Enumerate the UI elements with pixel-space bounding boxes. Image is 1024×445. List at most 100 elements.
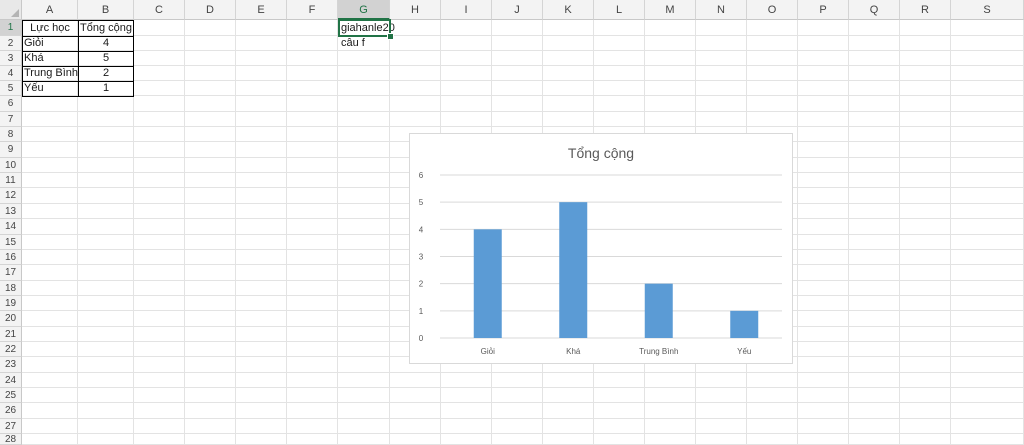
column-header-q[interactable]: Q — [849, 0, 900, 20]
chart-bars — [473, 202, 759, 338]
row-header-12[interactable]: 12 — [0, 188, 22, 204]
gridline-horizontal — [22, 126, 1024, 127]
x-tick-label: Khá — [566, 347, 581, 356]
table-border — [78, 20, 79, 97]
table-header-tong-cong[interactable]: Tổng cộng — [78, 20, 134, 36]
column-header-m[interactable]: M — [645, 0, 696, 20]
column-header-l[interactable]: L — [594, 0, 645, 20]
gridline-horizontal — [22, 418, 1024, 419]
column-header-e[interactable]: E — [236, 0, 287, 20]
gridline-horizontal — [22, 80, 1024, 81]
fill-handle[interactable] — [387, 33, 394, 40]
table-cell-value[interactable]: 4 — [78, 36, 134, 51]
row-header-22[interactable]: 22 — [0, 342, 22, 357]
gridline-vertical — [337, 20, 338, 445]
column-header-g[interactable]: G — [338, 0, 390, 20]
row-header-1[interactable]: 1 — [0, 20, 22, 36]
column-header-i[interactable]: I — [441, 0, 492, 20]
column-header-d[interactable]: D — [185, 0, 236, 20]
row-header-11[interactable]: 11 — [0, 173, 22, 188]
gridline-horizontal — [22, 111, 1024, 112]
table-border — [133, 20, 134, 97]
table-border — [22, 20, 23, 97]
gridline-vertical — [899, 20, 900, 445]
table-cell-value[interactable]: 2 — [78, 66, 134, 81]
row-header-24[interactable]: 24 — [0, 373, 22, 388]
gridline-horizontal — [22, 65, 1024, 66]
row-header-21[interactable]: 21 — [0, 327, 22, 342]
x-tick-label: Giỏi — [481, 347, 495, 356]
cell-g2-text[interactable]: câu f — [339, 36, 367, 51]
row-header-23[interactable]: 23 — [0, 357, 22, 373]
table-header-luc-hoc[interactable]: Lực học — [22, 20, 78, 36]
row-header-17[interactable]: 17 — [0, 265, 22, 281]
column-header-j[interactable]: J — [492, 0, 543, 20]
row-header-2[interactable]: 2 — [0, 36, 22, 51]
row-header-18[interactable]: 18 — [0, 281, 22, 296]
y-tick-label: 0 — [419, 334, 424, 343]
column-header-f[interactable]: F — [287, 0, 338, 20]
row-header-5[interactable]: 5 — [0, 81, 22, 96]
row-header-10[interactable]: 10 — [0, 158, 22, 173]
column-header-a[interactable]: A — [22, 0, 78, 20]
gridline-horizontal — [22, 50, 1024, 51]
row-header-16[interactable]: 16 — [0, 250, 22, 265]
gridline-horizontal — [22, 433, 1024, 434]
column-header-k[interactable]: K — [543, 0, 594, 20]
column-header-r[interactable]: R — [900, 0, 951, 20]
y-axis-ticks: 0 1 2 3 4 5 6 — [419, 171, 424, 343]
row-header-13[interactable]: 13 — [0, 204, 22, 219]
column-header-h[interactable]: H — [390, 0, 441, 20]
column-header-c[interactable]: C — [134, 0, 185, 20]
active-cell-g1[interactable] — [338, 19, 391, 37]
row-header-28[interactable]: 28 — [0, 434, 22, 445]
gridline-vertical — [950, 20, 951, 445]
row-header-4[interactable]: 4 — [0, 66, 22, 81]
row-header-27[interactable]: 27 — [0, 419, 22, 434]
chart-bar[interactable] — [473, 229, 502, 338]
table-cell-value[interactable]: 1 — [78, 81, 134, 96]
select-all-triangle-icon — [11, 9, 19, 17]
row-header-8[interactable]: 8 — [0, 127, 22, 142]
row-header-25[interactable]: 25 — [0, 388, 22, 403]
row-header-3[interactable]: 3 — [0, 51, 22, 66]
row-header-14[interactable]: 14 — [0, 219, 22, 235]
gridline-horizontal — [22, 95, 1024, 96]
column-header-p[interactable]: P — [798, 0, 849, 20]
table-cell-label[interactable]: Yếu — [22, 81, 78, 96]
y-tick-label: 1 — [419, 307, 424, 316]
gridline-vertical — [848, 20, 849, 445]
row-header-19[interactable]: 19 — [0, 296, 22, 311]
gridline-horizontal — [22, 387, 1024, 388]
row-header-9[interactable]: 9 — [0, 142, 22, 158]
row-header-6[interactable]: 6 — [0, 96, 22, 112]
gridline-vertical — [235, 20, 236, 445]
table-cell-label[interactable]: Giỏi — [22, 36, 78, 51]
gridline-vertical — [389, 20, 390, 445]
chart-bar[interactable] — [559, 202, 588, 338]
column-header-o[interactable]: O — [747, 0, 798, 20]
y-tick-label: 2 — [419, 280, 424, 289]
row-header-26[interactable]: 26 — [0, 403, 22, 419]
bar-chart[interactable]: Tổng cộng 0 1 2 3 4 5 6 Giỏi Khá Trung Bình Yếu — [409, 133, 793, 364]
table-cell-value[interactable]: 5 — [78, 51, 134, 66]
column-header-b[interactable]: B — [78, 0, 134, 20]
row-header-20[interactable]: 20 — [0, 311, 22, 327]
chart-bar[interactable] — [730, 310, 759, 338]
x-tick-label: Yếu — [737, 347, 751, 356]
column-header-s[interactable]: S — [951, 0, 1024, 20]
row-header-7[interactable]: 7 — [0, 112, 22, 127]
spreadsheet-grid[interactable]: ABCDEFGHIJKLMNOPQRS 1 2 3 4 5 6 7 8 9 10 11 12 13 14 1… — [0, 0, 1024, 445]
table-cell-label[interactable]: Trung Bình — [22, 66, 78, 81]
row-header-15[interactable]: 15 — [0, 235, 22, 250]
select-all-corner[interactable] — [0, 0, 22, 20]
gridline-horizontal — [22, 402, 1024, 403]
x-tick-label: Trung Bình — [639, 347, 678, 356]
gridline-vertical — [286, 20, 287, 445]
gridline-horizontal — [22, 372, 1024, 373]
chart-canvas: Tổng cộng 0 1 2 3 4 5 6 Giỏi Khá Trung Bình Yếu — [419, 145, 782, 356]
chart-bar[interactable] — [644, 283, 673, 338]
chart-title: Tổng cộng — [568, 145, 634, 161]
table-cell-label[interactable]: Khá — [22, 51, 78, 66]
column-header-n[interactable]: N — [696, 0, 747, 20]
